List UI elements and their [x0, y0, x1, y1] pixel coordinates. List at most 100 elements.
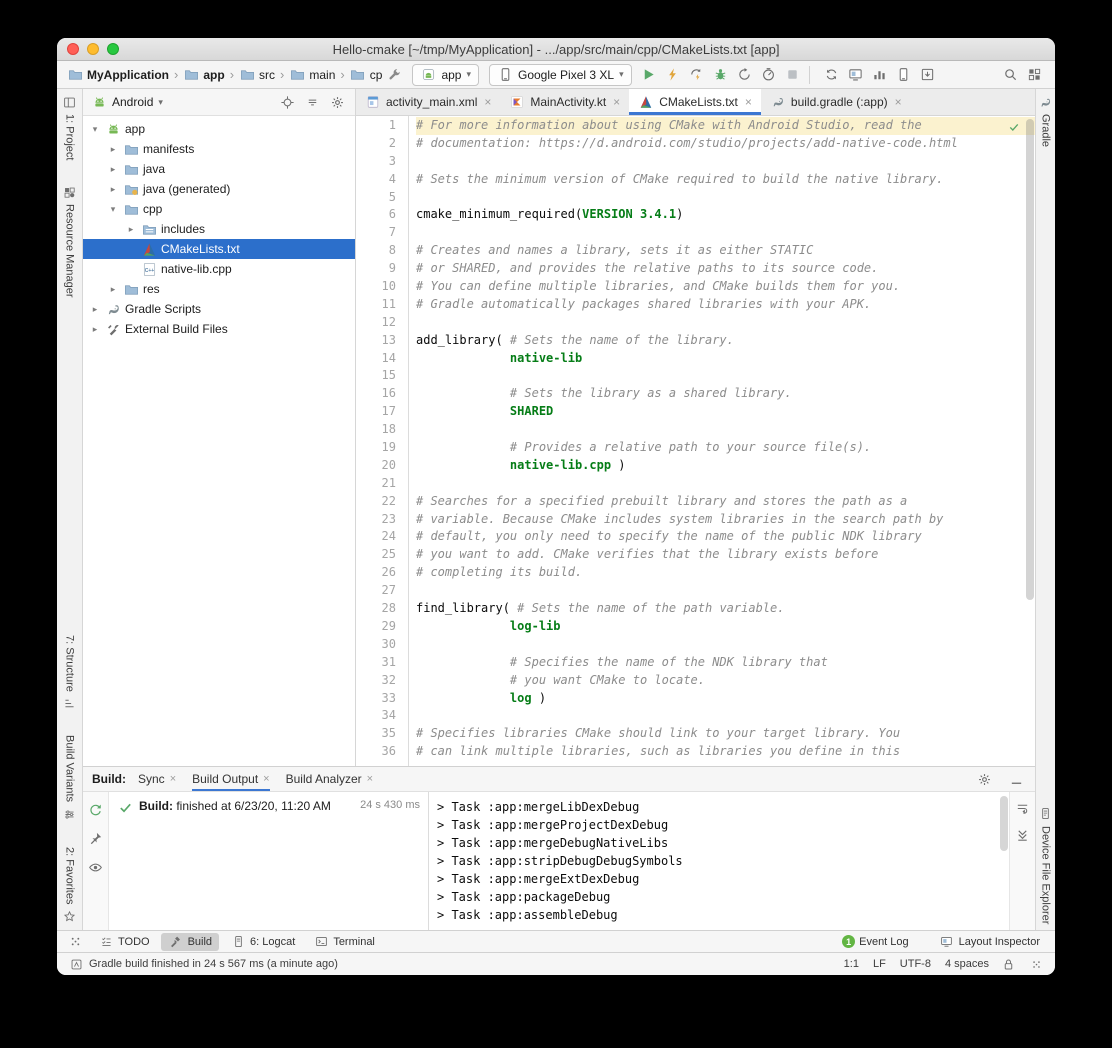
code-line[interactable] [416, 314, 1035, 332]
layout-inspector-button[interactable] [845, 64, 867, 86]
close-tab-icon[interactable]: × [170, 773, 176, 785]
apply-code-changes-button[interactable] [686, 64, 708, 86]
file-encoding[interactable]: UTF-8 [900, 958, 931, 970]
code-line[interactable] [416, 224, 1035, 242]
tree-item-native-lib-cpp[interactable]: C++ native-lib.cpp [83, 259, 355, 279]
scroll-to-end-button[interactable] [1013, 825, 1033, 845]
tree-item-manifests[interactable]: ▸ manifests [83, 139, 355, 159]
code-line[interactable]: # You can define multiple libraries, and… [416, 278, 1035, 296]
code-line[interactable]: native-lib.cpp ) [416, 457, 1035, 475]
chevron-right-icon[interactable]: ▸ [107, 144, 119, 155]
tab-cmakelists-txt[interactable]: CMakeLists.txt × [629, 89, 761, 115]
close-tab-icon[interactable]: × [484, 95, 491, 109]
filter-eye-button[interactable] [86, 857, 106, 877]
code-area[interactable]: # For more information about using CMake… [409, 116, 1035, 766]
project-view-select[interactable]: Android [112, 95, 153, 109]
code-line[interactable] [416, 582, 1035, 600]
scrollbar-thumb[interactable] [1026, 119, 1034, 600]
chevron-down-icon[interactable]: ▾ [89, 124, 101, 135]
tool-stripe-7-structure[interactable]: 7: Structure [62, 635, 78, 712]
toolwindow-switcher-icon[interactable] [65, 932, 85, 952]
code-line[interactable]: add_library( # Sets the name of the libr… [416, 332, 1035, 350]
code-line[interactable] [416, 189, 1035, 207]
stop-button[interactable] [782, 64, 804, 86]
close-tab-icon[interactable]: × [263, 773, 269, 785]
toolwindow-button-todo[interactable]: TODO [91, 933, 157, 951]
search-everywhere-button[interactable] [999, 64, 1021, 86]
code-line[interactable]: cmake_minimum_required(VERSION 3.4.1) [416, 206, 1035, 224]
code-line[interactable]: # can link multiple libraries, such as l… [416, 743, 1035, 761]
device-manager-button[interactable] [893, 64, 915, 86]
code-line[interactable]: find_library( # Sets the name of the pat… [416, 600, 1035, 618]
breadcrumb-item-app[interactable]: app [183, 67, 225, 83]
tree-item-cpp[interactable]: ▾ cpp [83, 199, 355, 219]
soft-wrap-button[interactable] [1013, 798, 1033, 818]
caret-position[interactable]: 1:1 [844, 958, 859, 970]
run-button[interactable] [638, 64, 660, 86]
scrollbar-thumb[interactable] [1000, 796, 1008, 852]
tree-item-java-generated[interactable]: ▸ java (generated) [83, 179, 355, 199]
chevron-right-icon[interactable]: ▸ [125, 224, 137, 235]
chevron-right-icon[interactable]: ▸ [107, 164, 119, 175]
locate-file-button[interactable] [277, 92, 297, 112]
breadcrumb-item-cp[interactable]: cp [350, 67, 382, 83]
code-line[interactable] [416, 367, 1035, 385]
debug-button[interactable] [710, 64, 732, 86]
code-line[interactable] [416, 421, 1035, 439]
code-line[interactable]: # completing its build. [416, 564, 1035, 582]
code-line[interactable]: # or SHARED, and provides the relative p… [416, 260, 1035, 278]
toolwindow-button-6-logcat[interactable]: 6: Logcat [223, 933, 302, 951]
code-line[interactable]: # Specifies libraries CMake should link … [416, 725, 1035, 743]
chevron-right-icon[interactable]: ▸ [107, 184, 119, 195]
code-line[interactable]: # For more information about using CMake… [416, 117, 1035, 135]
device-select[interactable]: Google Pixel 3 XL ▾ [489, 63, 632, 86]
tree-item-res[interactable]: ▸ res [83, 279, 355, 299]
build-settings-button[interactable] [974, 769, 994, 789]
pin-button[interactable] [86, 828, 106, 848]
chevron-right-icon[interactable]: ▸ [89, 304, 101, 315]
build-tab-sync[interactable]: Sync × [138, 767, 176, 791]
close-window-button[interactable] [67, 43, 79, 55]
tab-mainactivity-kt[interactable]: MainActivity.kt × [500, 89, 629, 115]
project-structure-button[interactable] [1023, 64, 1045, 86]
breadcrumb-item-main[interactable]: main [289, 67, 335, 83]
close-tab-icon[interactable]: × [613, 95, 620, 109]
project-settings-button[interactable] [327, 92, 347, 112]
minimize-window-button[interactable] [87, 43, 99, 55]
code-line[interactable]: # variable. Because CMake includes syste… [416, 511, 1035, 529]
code-line[interactable]: log-lib [416, 618, 1035, 636]
build-console[interactable]: > Task :app:mergeLibDexDebug > Task :app:… [429, 792, 1009, 930]
code-line[interactable]: # default, you only need to specify the … [416, 528, 1035, 546]
profiler-button[interactable] [869, 64, 891, 86]
run-config-select[interactable]: app ▾ [412, 63, 479, 86]
code-line[interactable]: # you want to add. CMake verifies that t… [416, 546, 1035, 564]
toolwindow-button-layout-inspector[interactable]: Layout Inspector [932, 933, 1047, 951]
editor-body[interactable]: 1 2 3 4 5 6 7 8 9 10 11 12 13 14 15 16 17 18 19 20 21 22 23 24 2… [356, 116, 1035, 766]
readonly-lock-icon[interactable] [999, 955, 1017, 973]
code-line[interactable]: native-lib [416, 350, 1035, 368]
apply-changes-button[interactable] [662, 64, 684, 86]
zoom-window-button[interactable] [107, 43, 119, 55]
close-tab-icon[interactable]: × [745, 95, 752, 109]
toolwindow-button-build[interactable]: Build [160, 932, 220, 951]
close-tab-icon[interactable]: × [895, 95, 902, 109]
tree-item-external-build-files[interactable]: ▸ External Build Files [83, 319, 355, 339]
code-line[interactable]: # Specifies the name of the NDK library … [416, 654, 1035, 672]
editor-scrollbar[interactable] [1024, 116, 1035, 766]
toolwindow-button-event-log[interactable]: 1 Event Log [835, 933, 916, 951]
collapse-all-button[interactable] [302, 92, 322, 112]
tool-stripe-device-file-explorer[interactable]: Device File Explorer [1038, 806, 1054, 924]
code-line[interactable] [416, 153, 1035, 171]
breadcrumb-item-src[interactable]: src [239, 67, 275, 83]
code-line[interactable]: # you want CMake to locate. [416, 672, 1035, 690]
indent-setting[interactable]: 4 spaces [945, 958, 989, 970]
chevron-right-icon[interactable]: ▸ [89, 324, 101, 335]
code-line[interactable]: # Sets the minimum version of CMake requ… [416, 171, 1035, 189]
inspections-ok-icon[interactable] [1006, 119, 1022, 135]
tree-item-app[interactable]: ▾ app [83, 119, 355, 139]
tab-build-gradle-app[interactable]: build.gradle (:app) × [761, 89, 911, 115]
tool-stripe-gradle[interactable]: Gradle [1038, 94, 1054, 147]
profile-button[interactable] [758, 64, 780, 86]
chevron-right-icon[interactable]: ▸ [107, 284, 119, 295]
sdk-manager-button[interactable] [917, 64, 939, 86]
